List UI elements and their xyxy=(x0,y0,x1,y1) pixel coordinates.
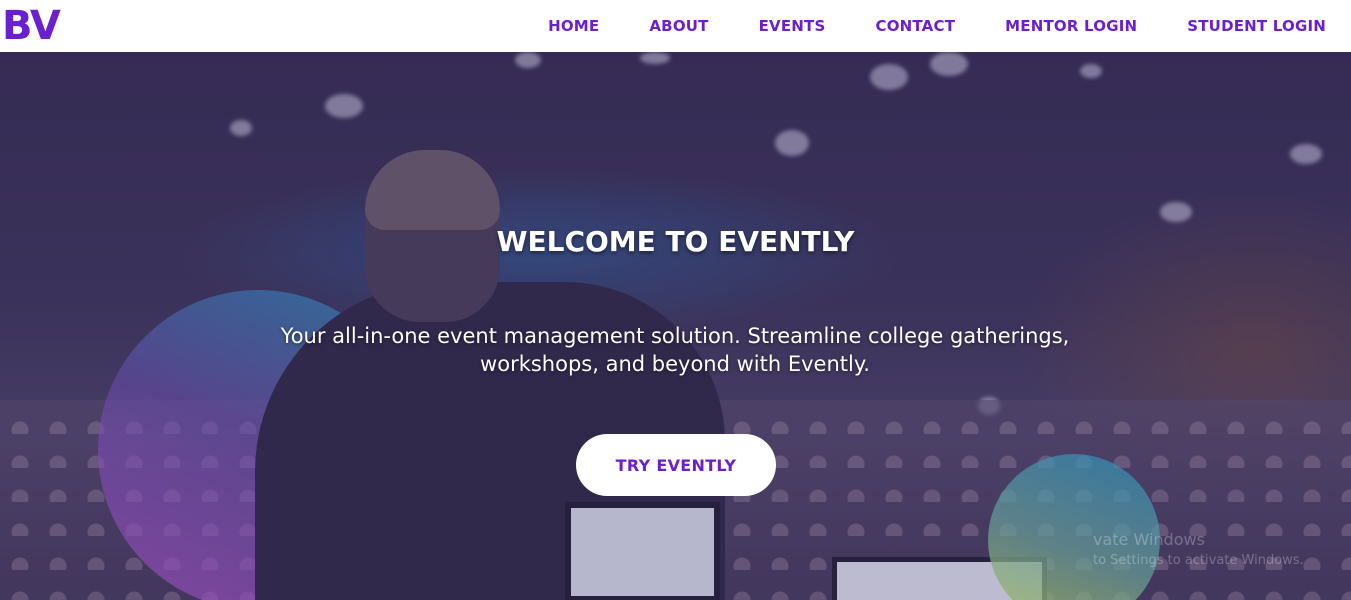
nav-links: HOME ABOUT EVENTS CONTACT MENTOR LOGIN S… xyxy=(548,17,1326,35)
try-evently-button[interactable]: TRY EVENTLY xyxy=(576,434,776,496)
hero-title: WELCOME TO EVENTLY xyxy=(496,225,855,258)
watermark-title: vate Windows xyxy=(1093,530,1205,549)
navbar: BV HOME ABOUT EVENTS CONTACT MENTOR LOGI… xyxy=(0,0,1351,52)
watermark-subtitle: to Settings to activate Windows. xyxy=(1093,553,1304,568)
windows-activation-watermark: vate Windows to Settings to activate Win… xyxy=(1093,530,1304,568)
nav-link-home[interactable]: HOME xyxy=(548,17,599,35)
hero-subtitle: Your all-in-one event management solutio… xyxy=(280,324,1070,376)
nav-link-mentor-login[interactable]: MENTOR LOGIN xyxy=(1005,17,1137,35)
nav-link-student-login[interactable]: STUDENT LOGIN xyxy=(1187,17,1326,35)
nav-link-contact[interactable]: CONTACT xyxy=(876,17,956,35)
hero-section: WELCOME TO EVENTLY Your all-in-one event… xyxy=(0,52,1351,600)
brand-logo[interactable]: BV xyxy=(2,6,61,46)
nav-link-events[interactable]: EVENTS xyxy=(759,17,826,35)
nav-link-about[interactable]: ABOUT xyxy=(649,17,708,35)
